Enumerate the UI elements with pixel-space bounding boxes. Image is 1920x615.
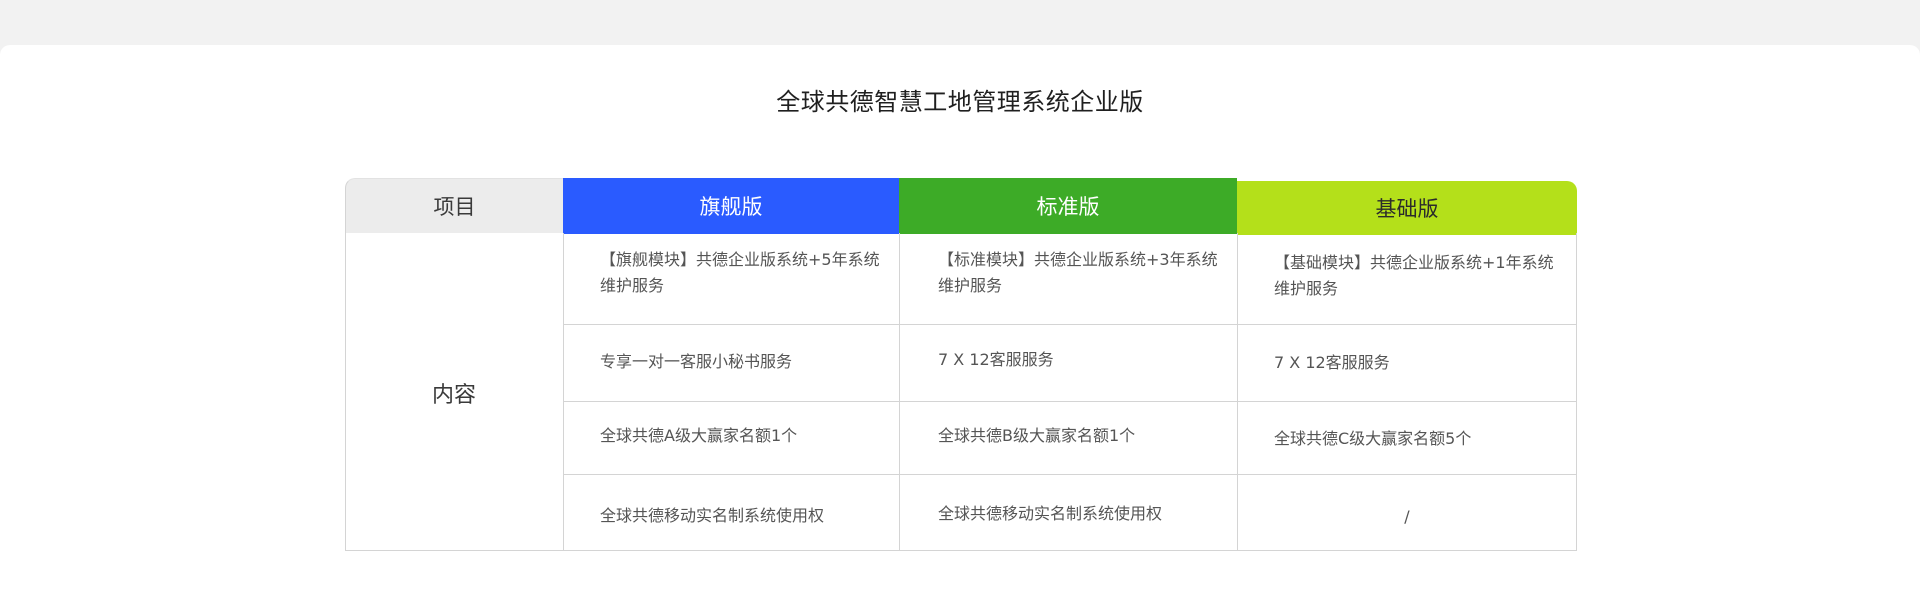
standard-cell-module: 【标准模块】共德企业版系统+3年系统维护服务 (938, 250, 1218, 295)
pricing-card: 全球共德智慧工地管理系统企业版 项目 旗舰版 标准版 基础版 内容 【旗舰模块】… (0, 45, 1920, 615)
row-divider (563, 401, 1577, 402)
header-project: 项目 (345, 178, 563, 233)
row-divider (563, 474, 1577, 475)
basic-cell-service: 7 X 12客服服务 (1274, 353, 1390, 372)
header-flagship-edition: 旗舰版 (563, 178, 899, 234)
header-standard-edition: 标准版 (899, 178, 1237, 234)
page-title: 全球共德智慧工地管理系统企业版 (776, 88, 1144, 116)
row-label-content: 内容 (431, 383, 476, 408)
flagship-cell-realname: 全球共德移动实名制系统使用权 (600, 506, 825, 525)
standard-cell-quota: 全球共德B级大赢家名额1个 (938, 426, 1136, 445)
column-divider (899, 233, 900, 551)
basic-cell-realname: / (1404, 507, 1410, 526)
header-basic-edition: 基础版 (1237, 181, 1577, 235)
edition-comparison-table: 项目 旗舰版 标准版 基础版 内容 【旗舰模块】共德企业版系统+5年系统维护服务… (345, 178, 1577, 551)
flagship-cell-quota: 全球共德A级大赢家名额1个 (600, 426, 798, 445)
basic-cell-quota: 全球共德C级大赢家名额5个 (1274, 429, 1472, 448)
standard-cell-realname: 全球共德移动实名制系统使用权 (938, 504, 1163, 523)
row-divider (563, 324, 1577, 325)
column-divider (563, 233, 564, 551)
basic-cell-module: 【基础模块】共德企业版系统+1年系统维护服务 (1274, 253, 1554, 298)
flagship-cell-service: 专享一对一客服小秘书服务 (600, 352, 793, 371)
flagship-cell-module: 【旗舰模块】共德企业版系统+5年系统维护服务 (600, 250, 880, 295)
standard-cell-service: 7 X 12客服服务 (938, 350, 1054, 369)
